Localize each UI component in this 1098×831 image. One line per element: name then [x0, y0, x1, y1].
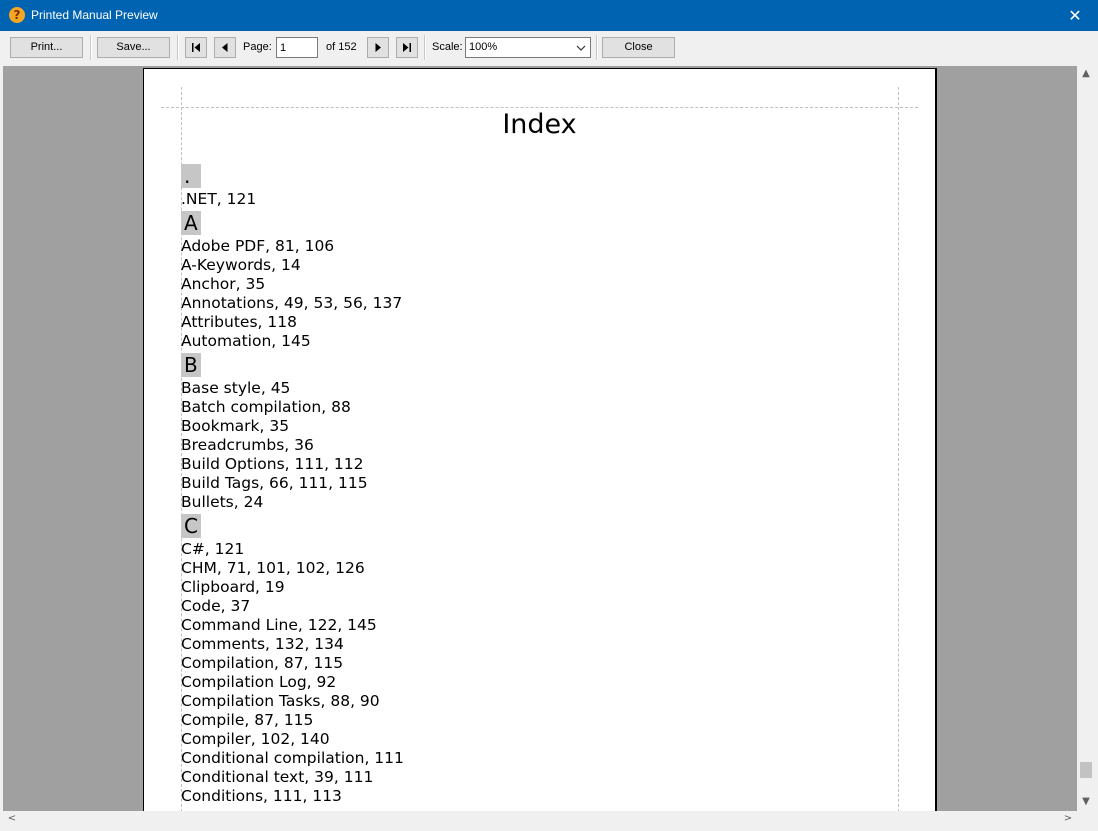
- toolbar-separator: [90, 35, 92, 60]
- scrollbar-corner: [1077, 811, 1095, 828]
- index-entry: Compiler, 102, 140: [181, 730, 330, 748]
- horizontal-scrollbar[interactable]: < >: [3, 811, 1077, 828]
- index-entry: Annotations, 49, 53, 56, 137: [181, 294, 403, 312]
- index-entry: Conditional compilation, 111: [181, 749, 404, 767]
- index-entry: Compile, 87, 115: [181, 711, 314, 729]
- index-entry: Code, 37: [181, 597, 251, 615]
- index-entry: Conditional text, 39, 111: [181, 768, 374, 786]
- window-close-button[interactable]: ✕: [1052, 0, 1098, 31]
- index-entry: Build Tags, 66, 111, 115: [181, 474, 368, 492]
- title-bar: ? Printed Manual Preview ✕: [0, 0, 1098, 31]
- index-letter-row: .: [181, 162, 881, 190]
- index-entry: Attributes, 118: [181, 313, 297, 331]
- scale-dropdown[interactable]: 100%: [465, 37, 591, 58]
- scale-value: 100%: [469, 41, 498, 53]
- help-app-icon: ?: [9, 7, 25, 23]
- index-entry: Compilation Log, 92: [181, 673, 337, 691]
- index-entry: Comments, 132, 134: [181, 635, 344, 653]
- index-entry: Bookmark, 35: [181, 417, 290, 435]
- index-entry: .NET, 121: [181, 190, 257, 208]
- index-list: . .NET, 121 A Adobe PDF, 81, 106 A-Keywords,…: [181, 162, 881, 806]
- last-page-button[interactable]: [396, 37, 418, 58]
- index-entry: Clipboard, 19: [181, 578, 285, 596]
- chevron-down-icon: [576, 45, 586, 51]
- close-button[interactable]: Close: [602, 37, 675, 58]
- scale-label: Scale:: [432, 41, 463, 53]
- scroll-up-arrow-icon[interactable]: ▲: [1077, 68, 1095, 79]
- vertical-scroll-thumb[interactable]: [1080, 762, 1092, 778]
- previous-page-button[interactable]: [214, 37, 236, 58]
- last-page-icon: [403, 43, 411, 52]
- toolbar-separator: [596, 35, 598, 60]
- index-entry: Compilation, 87, 115: [181, 654, 344, 672]
- index-entry: Batch compilation, 88: [181, 398, 351, 416]
- index-entry: Compilation Tasks, 88, 90: [181, 692, 380, 710]
- index-entry: Conditions, 111, 113: [181, 787, 342, 805]
- index-entry: Bullets, 24: [181, 493, 264, 511]
- index-entry: Adobe PDF, 81, 106: [181, 237, 335, 255]
- index-entry: A-Keywords, 14: [181, 256, 301, 274]
- index-entry: Anchor, 35: [181, 275, 266, 293]
- margin-guide-right: [898, 87, 899, 811]
- toolbar-separator: [424, 35, 426, 60]
- scroll-right-arrow-icon[interactable]: >: [1059, 813, 1077, 824]
- preview-area[interactable]: Index . .NET, 121 A Adobe PDF, 81, 106 A-Key…: [3, 66, 1077, 811]
- index-entry: CHM, 71, 101, 102, 126: [181, 559, 365, 577]
- index-entry: Breadcrumbs, 36: [181, 436, 314, 454]
- index-letter-row: A: [181, 209, 881, 237]
- preview-page: Index . .NET, 121 A Adobe PDF, 81, 106 A-Key…: [143, 68, 937, 811]
- index-letter-heading: .: [181, 164, 201, 188]
- window-title: Printed Manual Preview: [31, 8, 158, 22]
- scroll-left-arrow-icon[interactable]: <: [3, 813, 21, 824]
- page-number-input[interactable]: [276, 37, 318, 58]
- toolbar-separator: [177, 35, 179, 60]
- next-page-icon: [375, 43, 381, 52]
- save-button[interactable]: Save...: [97, 37, 170, 58]
- vertical-scrollbar[interactable]: ▲ ▼: [1077, 66, 1095, 811]
- page-title: Index: [502, 109, 577, 140]
- index-entry: Base style, 45: [181, 379, 291, 397]
- scroll-down-arrow-icon[interactable]: ▼: [1077, 796, 1095, 807]
- index-letter-heading: C: [181, 514, 201, 538]
- index-letter-heading: A: [181, 211, 201, 235]
- page-label: Page:: [243, 41, 272, 53]
- index-entry: Automation, 145: [181, 332, 311, 350]
- page-count-label: of 152: [326, 41, 357, 53]
- index-letter-row: C: [181, 512, 881, 540]
- index-entry: C#, 121: [181, 540, 245, 558]
- index-entry: Command Line, 122, 145: [181, 616, 377, 634]
- index-letter-row: B: [181, 351, 881, 379]
- index-entry: Build Options, 111, 112: [181, 455, 364, 473]
- print-button[interactable]: Print...: [10, 37, 83, 58]
- first-page-button[interactable]: [185, 37, 207, 58]
- toolbar: Print... Save... Page: of 152 Scale: 100…: [0, 31, 1098, 65]
- first-page-icon: [192, 43, 200, 52]
- index-letter-heading: B: [181, 353, 201, 377]
- previous-page-icon: [222, 43, 228, 52]
- next-page-button[interactable]: [367, 37, 389, 58]
